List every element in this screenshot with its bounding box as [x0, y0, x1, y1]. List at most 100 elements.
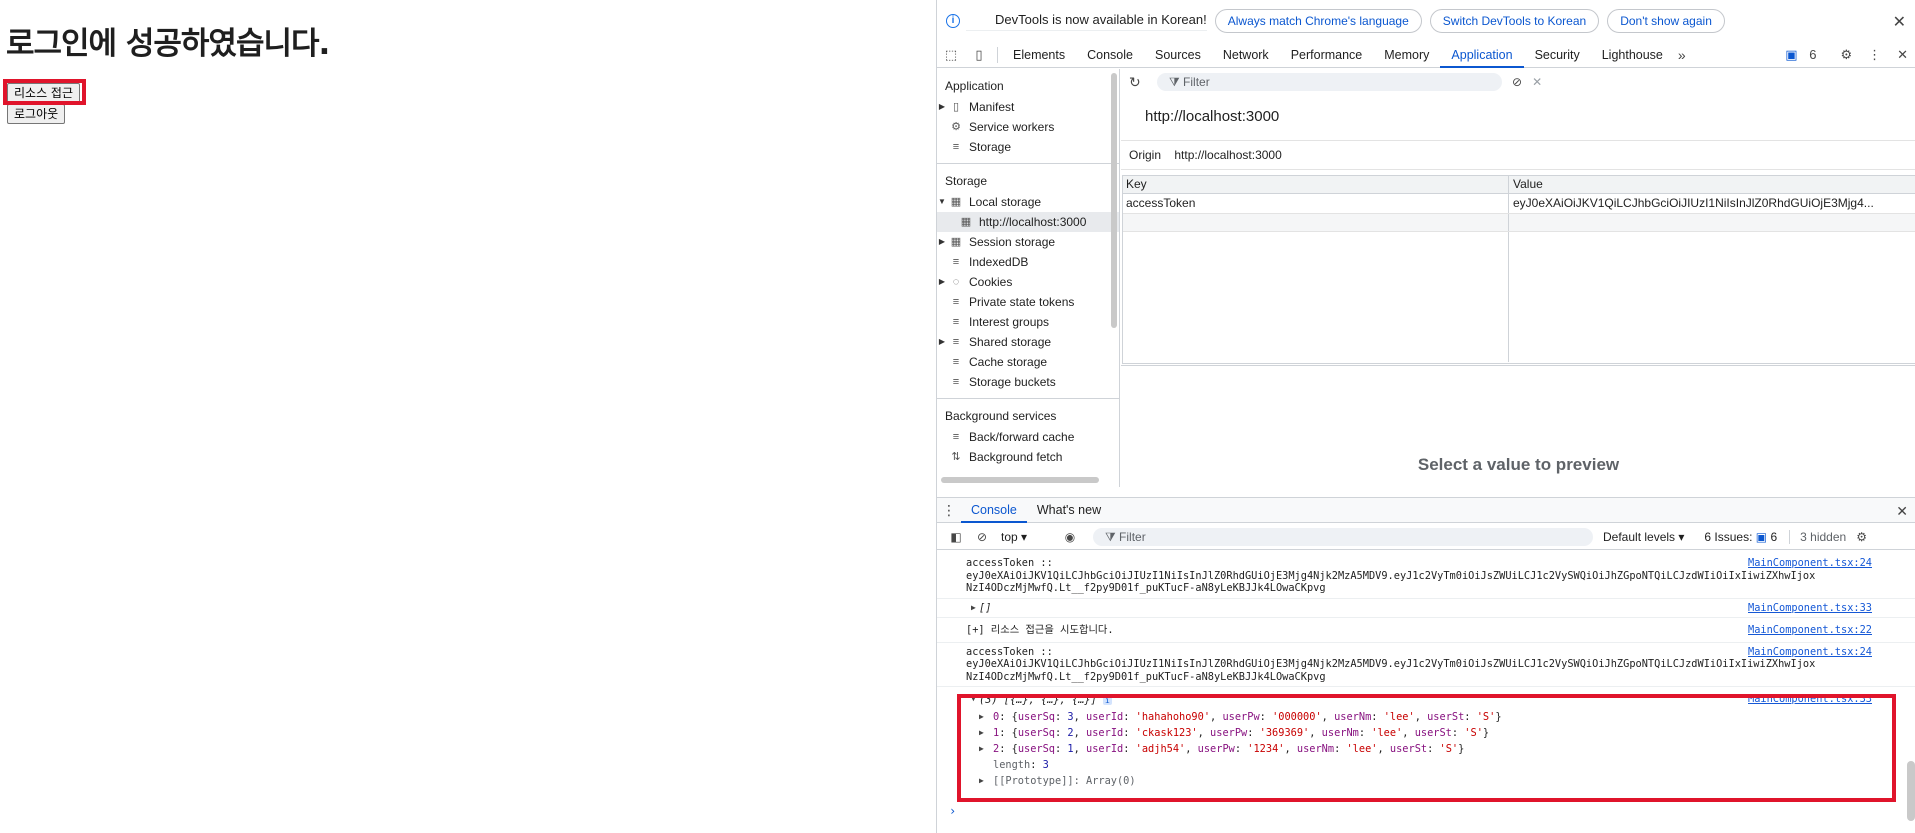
tab-console[interactable]: Console: [1076, 42, 1144, 68]
more-tabs-icon[interactable]: »: [1674, 47, 1690, 63]
table-row[interactable]: accessToken eyJ0eXAiOiJKV1QiLCJhbGciOiJI…: [1123, 194, 1915, 214]
tab-lighthouse[interactable]: Lighthouse: [1591, 42, 1674, 68]
switch-korean-button[interactable]: Switch DevTools to Korean: [1429, 9, 1600, 33]
database-icon: ≡: [952, 141, 960, 153]
drawer-tab-console[interactable]: Console: [961, 498, 1027, 523]
cell-key[interactable]: accessToken: [1123, 194, 1509, 213]
sidebar-item-label: Background fetch: [969, 450, 1063, 464]
refresh-icon[interactable]: ↻: [1129, 74, 1151, 91]
console-settings-icon[interactable]: ⚙: [1856, 530, 1867, 544]
application-sidebar: Application ▶ ▯ Manifest ⚙ Service workers …: [937, 69, 1120, 487]
source-link[interactable]: MainComponent.tsx:24: [1748, 557, 1872, 570]
tab-elements[interactable]: Elements: [1002, 42, 1076, 68]
storage-toolbar: ↻ ⧩ Filter ⊘ ✕: [1121, 69, 1915, 95]
sidebar-item-manifest[interactable]: ▶ ▯ Manifest: [937, 97, 1119, 117]
database-icon: ≡: [952, 316, 960, 328]
console-scrollbar[interactable]: [1907, 761, 1915, 821]
collapse-icon[interactable]: ▼: [937, 192, 947, 212]
expand-icon[interactable]: ▶: [937, 272, 947, 292]
device-toggle-icon[interactable]: ▯: [965, 47, 993, 63]
inspect-icon[interactable]: ⬚: [937, 47, 965, 63]
page-heading: 로그인에 성공하였습니다.: [6, 26, 330, 62]
value-preview: Select a value to preview: [1121, 365, 1915, 487]
log-levels-dropdown[interactable]: Default levels ▾: [1603, 530, 1684, 544]
console-filter-input[interactable]: ⧩ Filter: [1093, 527, 1593, 546]
match-language-button[interactable]: Always match Chrome's language: [1214, 9, 1422, 33]
tab-performance[interactable]: Performance: [1280, 42, 1374, 68]
expand-icon[interactable]: ▶: [937, 232, 947, 252]
issues-counter[interactable]: 6 Issues: ▣ 6: [1704, 530, 1777, 544]
tab-sources[interactable]: Sources: [1144, 42, 1212, 68]
tab-security[interactable]: Security: [1524, 42, 1591, 68]
table-row-empty[interactable]: [1123, 214, 1915, 232]
close-drawer-icon[interactable]: ✕: [1896, 503, 1908, 520]
sidebar-item-local-storage[interactable]: ▼ ▦ Local storage: [937, 192, 1119, 212]
source-link[interactable]: MainComponent.tsx:24: [1748, 646, 1872, 659]
close-devtools-icon[interactable]: ✕: [1897, 47, 1908, 63]
column-key[interactable]: Key: [1123, 176, 1509, 193]
issues-label: 6 Issues:: [1704, 529, 1753, 544]
origin-value: http://localhost:3000: [1174, 148, 1282, 162]
console-prompt[interactable]: ›: [949, 804, 956, 818]
context-selector[interactable]: top ▾: [1001, 530, 1057, 544]
levels-value: Default levels: [1603, 529, 1676, 544]
section-storage: Storage: [945, 174, 988, 188]
language-infobar: i DevTools is now available in Korean! A…: [937, 0, 1915, 42]
sidebar-item-private-state-tokens[interactable]: ≡ Private state tokens: [937, 292, 1119, 312]
horizontal-scrollbar[interactable]: [941, 477, 1099, 483]
delete-selected-icon[interactable]: ✕: [1532, 75, 1542, 89]
database-icon: ≡: [952, 336, 960, 348]
sidebar-item-storage[interactable]: ≡ Storage: [937, 137, 1119, 157]
sidebar-item-session-storage[interactable]: ▶ ▦ Session storage: [937, 232, 1119, 252]
column-value[interactable]: Value: [1509, 176, 1915, 193]
attempt-message: [+] 리소스 접근을 시도합니다.: [966, 624, 1114, 636]
sidebar-item-label: Shared storage: [969, 335, 1052, 349]
expand-icon[interactable]: ▶: [937, 332, 947, 352]
sidebar-item-service-workers[interactable]: ⚙ Service workers: [937, 117, 1119, 137]
sidebar-item-local-origin[interactable]: ▦ http://localhost:3000: [937, 212, 1119, 232]
drawer-menu-icon[interactable]: ⋮: [937, 502, 961, 519]
logout-button[interactable]: 로그아웃: [7, 104, 66, 124]
tab-network[interactable]: Network: [1212, 42, 1280, 68]
token-line: eyJ0eXAiOiJKV1QiLCJhbGciOiJIUzI1NiIsInJl…: [966, 569, 1816, 582]
clear-all-icon[interactable]: ⊘: [1512, 75, 1522, 89]
database-icon: ≡: [952, 256, 960, 268]
eye-icon[interactable]: ◉: [1057, 530, 1083, 544]
cell-value[interactable]: eyJ0eXAiOiJKV1QiLCJhbGciOiJIUzI1NiIsInJl…: [1509, 194, 1915, 213]
sidebar-item-shared-storage[interactable]: ▶ ≡ Shared storage: [937, 332, 1119, 352]
sidebar-item-label: Storage: [969, 140, 1012, 154]
dont-show-button[interactable]: Don't show again: [1607, 9, 1725, 33]
database-icon: ≡: [952, 431, 960, 443]
sidebar-item-cache-storage[interactable]: ≡ Cache storage: [937, 352, 1119, 372]
sidebar-item-storage-buckets[interactable]: ≡ Storage buckets: [937, 372, 1119, 392]
sidebar-item-interest-groups[interactable]: ≡ Interest groups: [937, 312, 1119, 332]
issues-badge[interactable]: ▣ 6: [1785, 47, 1824, 63]
sidebar-item-background-fetch[interactable]: ⇅ Background fetch: [937, 447, 1119, 467]
sidebar-toggle-icon[interactable]: ◧: [943, 530, 969, 544]
database-icon: ≡: [952, 296, 960, 308]
expand-icon[interactable]: ▶: [937, 97, 947, 117]
gear-icon[interactable]: ⚙: [1840, 47, 1852, 63]
source-link[interactable]: MainComponent.tsx:33: [1748, 602, 1872, 615]
sidebar-item-bfcache[interactable]: ≡ Back/forward cache: [937, 427, 1119, 447]
sidebar-item-cookies[interactable]: ▶ ◌ Cookies: [937, 272, 1119, 292]
sidebar-item-label: Session storage: [969, 235, 1056, 249]
storage-filter-input[interactable]: ⧩ Filter: [1157, 73, 1502, 91]
kebab-menu-icon[interactable]: ⋮: [1868, 47, 1881, 63]
console-message: ▶ [] MainComponent.tsx:33: [937, 599, 1915, 618]
close-icon[interactable]: ✕: [1893, 12, 1906, 32]
expand-icon[interactable]: ▶: [971, 602, 976, 615]
vertical-scrollbar[interactable]: [1111, 73, 1117, 328]
tab-application[interactable]: Application: [1440, 42, 1524, 68]
highlight-box: [957, 694, 1896, 802]
cookie-icon: ◌: [952, 276, 960, 288]
sidebar-item-label: Interest groups: [969, 315, 1050, 329]
devtools-tabbar: ⬚ ▯ Elements Console Sources Network Per…: [937, 42, 1915, 68]
clear-console-icon[interactable]: ⊘: [969, 530, 995, 544]
source-link[interactable]: MainComponent.tsx:22: [1748, 624, 1872, 637]
tab-memory[interactable]: Memory: [1373, 42, 1440, 68]
file-icon: ▯: [952, 101, 960, 113]
empty-array[interactable]: []: [979, 602, 991, 614]
sidebar-item-indexeddb[interactable]: ≡ IndexedDB: [937, 252, 1119, 272]
drawer-tab-whats-new[interactable]: What's new: [1027, 498, 1111, 523]
